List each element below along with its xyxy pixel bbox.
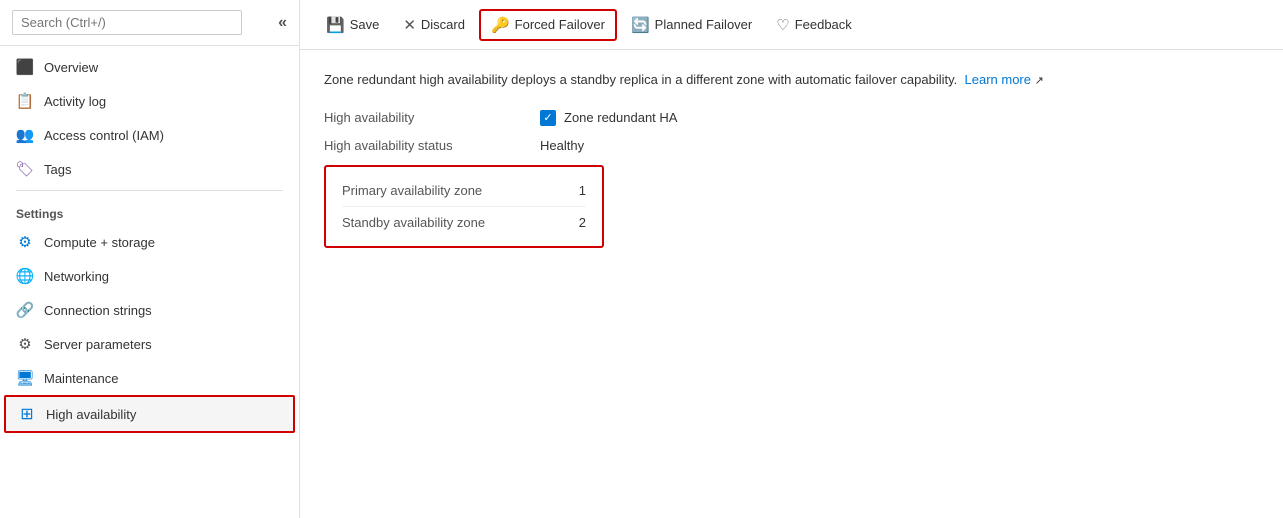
server-parameters-icon: ⚙ [16, 335, 34, 353]
discard-button[interactable]: ✕ Discard [393, 11, 475, 39]
high-availability-field-row: High availability ✓ Zone redundant HA [324, 110, 1259, 126]
sidebar-item-activity-log[interactable]: 📋 Activity log [0, 84, 299, 118]
sidebar-item-label: High availability [46, 407, 136, 422]
primary-zone-label: Primary availability zone [342, 183, 482, 198]
sidebar-item-label: Maintenance [44, 371, 118, 386]
planned-failover-button[interactable]: 🔄 Planned Failover [621, 11, 762, 39]
ha-status-field-row: High availability status Healthy [324, 138, 1259, 153]
settings-section-label: Settings [0, 195, 299, 225]
sidebar-item-label: Networking [44, 269, 109, 284]
content-panel: Zone redundant high availability deploys… [300, 50, 1283, 518]
main-content-area: 💾 Save ✕ Discard 🔑 Forced Failover 🔄 Pla… [300, 0, 1283, 518]
discard-label: Discard [421, 17, 465, 32]
discard-icon: ✕ [403, 16, 416, 34]
planned-failover-icon: 🔄 [631, 16, 650, 34]
sidebar-search-container: « [0, 0, 299, 46]
sidebar-nav: ⬛ Overview 📋 Activity log 👥 Access contr… [0, 46, 299, 518]
standby-zone-value: 2 [579, 215, 586, 230]
sidebar-item-server-parameters[interactable]: ⚙ Server parameters [0, 327, 299, 361]
sidebar-item-networking[interactable]: 🌐 Networking [0, 259, 299, 293]
forced-failover-label: Forced Failover [515, 17, 605, 32]
sidebar-item-label: Access control (IAM) [44, 128, 164, 143]
feedback-icon: ♡ [776, 16, 789, 34]
collapse-button[interactable]: « [278, 14, 287, 32]
maintenance-icon: 🖥 [16, 369, 34, 387]
sidebar-item-high-availability[interactable]: ⊞ High availability [4, 395, 295, 433]
networking-icon: 🌐 [16, 267, 34, 285]
sidebar-item-label: Tags [44, 162, 71, 177]
forced-failover-button[interactable]: 🔑 Forced Failover [479, 9, 617, 41]
tags-icon: 🏷 [16, 160, 34, 178]
sidebar-item-overview[interactable]: ⬛ Overview [0, 50, 299, 84]
planned-failover-label: Planned Failover [655, 17, 753, 32]
connection-strings-icon: 🔗 [16, 301, 34, 319]
sidebar-item-label: Overview [44, 60, 98, 75]
ha-checkbox[interactable]: ✓ [540, 110, 556, 126]
toolbar: 💾 Save ✕ Discard 🔑 Forced Failover 🔄 Pla… [300, 0, 1283, 50]
sidebar-item-compute-storage[interactable]: ⚙ Compute + storage [0, 225, 299, 259]
primary-zone-row: Primary availability zone 1 [342, 175, 586, 207]
sidebar-item-label: Compute + storage [44, 235, 155, 250]
high-availability-icon: ⊞ [18, 405, 36, 423]
sidebar-item-label: Activity log [44, 94, 106, 109]
settings-divider [16, 190, 283, 191]
sidebar-item-connection-strings[interactable]: 🔗 Connection strings [0, 293, 299, 327]
zone-availability-box: Primary availability zone 1 Standby avai… [324, 165, 604, 248]
feedback-label: Feedback [795, 17, 852, 32]
ha-label: High availability [324, 110, 524, 125]
ha-value-container: ✓ Zone redundant HA [540, 110, 677, 126]
sidebar-item-tags[interactable]: 🏷 Tags [0, 152, 299, 186]
save-icon: 💾 [326, 16, 345, 34]
ha-status-value-container: Healthy [540, 138, 584, 153]
ha-status-value: Healthy [540, 138, 584, 153]
sidebar-item-maintenance[interactable]: 🖥 Maintenance [0, 361, 299, 395]
description-text: Zone redundant high availability deploys… [324, 70, 1259, 90]
save-label: Save [350, 17, 380, 32]
standby-zone-row: Standby availability zone 2 [342, 207, 586, 238]
primary-zone-value: 1 [579, 183, 586, 198]
forced-failover-icon: 🔑 [491, 16, 510, 34]
ha-status-label: High availability status [324, 138, 524, 153]
compute-storage-icon: ⚙ [16, 233, 34, 251]
access-control-icon: 👥 [16, 126, 34, 144]
save-button[interactable]: 💾 Save [316, 11, 389, 39]
feedback-button[interactable]: ♡ Feedback [766, 11, 862, 39]
overview-icon: ⬛ [16, 58, 34, 76]
ha-value: Zone redundant HA [564, 110, 677, 125]
search-input[interactable] [12, 10, 242, 35]
sidebar-item-access-control[interactable]: 👥 Access control (IAM) [0, 118, 299, 152]
learn-more-link[interactable]: Learn more [965, 72, 1031, 87]
external-link-icon: ↗ [1035, 75, 1044, 87]
sidebar-item-label: Connection strings [44, 303, 152, 318]
activity-log-icon: 📋 [16, 92, 34, 110]
standby-zone-label: Standby availability zone [342, 215, 485, 230]
sidebar: « ⬛ Overview 📋 Activity log 👥 Access con… [0, 0, 300, 518]
sidebar-item-label: Server parameters [44, 337, 152, 352]
